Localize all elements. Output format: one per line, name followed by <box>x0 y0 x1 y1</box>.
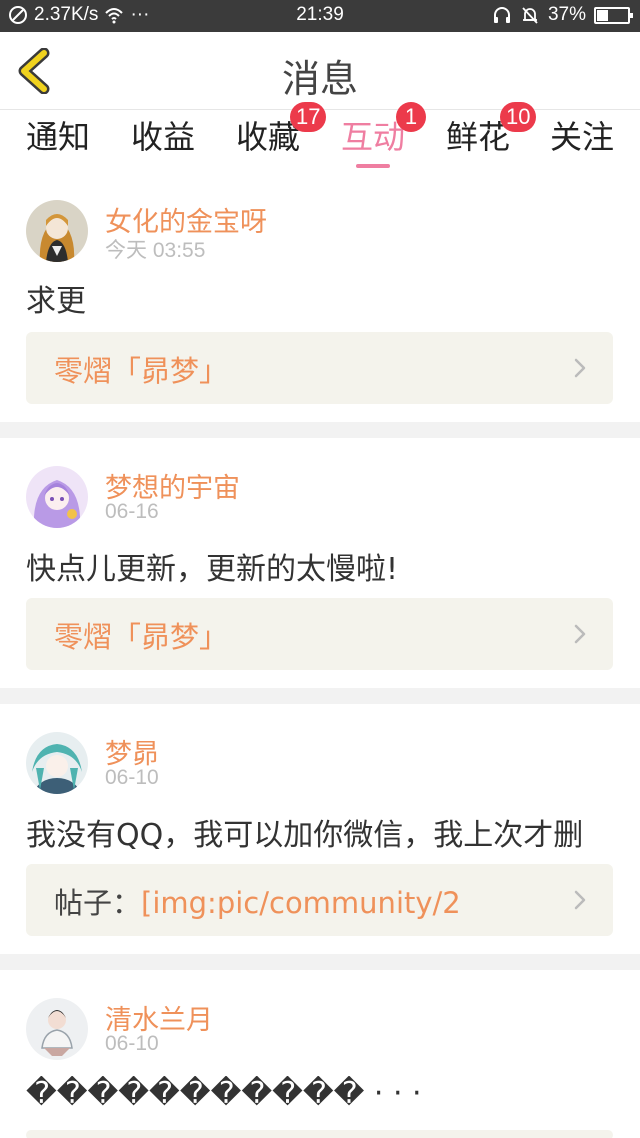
message-card: 梦想的宇宙 06-16 快点儿更新，更新的太慢啦! 零熠「昴梦」 <box>0 438 640 688</box>
mute-bell-icon <box>522 7 538 24</box>
message-card: 清水兰月 06-10 ����������� · · · <box>0 970 640 1138</box>
tab-earnings[interactable]: 收益 <box>113 114 213 170</box>
tab-label: 关注 <box>549 118 614 156</box>
message-card: 梦昴 06-10 我没有QQ，我可以加你微信，我上次才删 帖子：[img:pic… <box>0 704 640 954</box>
battery-percent: 37% <box>547 4 586 25</box>
header-bar: 消息 <box>0 32 640 110</box>
chevron-right-icon <box>574 358 586 378</box>
message-time: 06-16 <box>105 500 159 523</box>
message-text: 快点儿更新，更新的太慢啦! <box>26 552 399 587</box>
tab-notifications[interactable]: 通知 <box>8 114 108 170</box>
message-text: 我没有QQ，我可以加你微信，我上次才删 <box>26 818 584 853</box>
referenced-work-link[interactable] <box>26 1130 613 1138</box>
tab-label: 鲜花 <box>445 118 510 156</box>
referenced-work-text: 零熠「昴梦」 <box>54 614 228 656</box>
interactions-count-badge: 1 <box>396 102 426 132</box>
user-avatar-icon[interactable] <box>26 998 88 1060</box>
tab-following[interactable]: 关注 <box>532 114 632 170</box>
battery-fill <box>597 9 608 21</box>
message-time: 今天 03:55 <box>105 239 206 262</box>
message-text: 求更 <box>26 284 86 319</box>
referenced-post-text: 帖子：[img:pic/community/2 <box>54 880 461 922</box>
tab-label: 互动 <box>340 118 405 156</box>
tab-interactions[interactable]: 互动 1 <box>323 102 426 170</box>
referenced-work-link[interactable]: 零熠「昴梦」 <box>26 598 613 670</box>
message-time: 06-10 <box>105 766 159 789</box>
chevron-right-icon <box>574 890 586 910</box>
tab-flowers[interactable]: 鲜花 10 <box>428 102 537 170</box>
active-tab-indicator <box>356 164 390 168</box>
page-title: 消息 <box>281 57 358 101</box>
referenced-post-link[interactable]: 帖子：[img:pic/community/2 <box>26 864 613 936</box>
battery-icon <box>594 6 633 24</box>
headphones-icon <box>493 7 510 23</box>
user-avatar-icon[interactable] <box>26 732 88 794</box>
ref-title: 零熠「昴梦」 <box>54 354 229 388</box>
tab-label: 收益 <box>130 118 195 156</box>
ref-title: 零熠「昴梦」 <box>54 620 229 654</box>
message-time: 06-10 <box>105 1032 159 1055</box>
favorites-count-badge: 17 <box>290 102 327 132</box>
user-avatar-icon[interactable] <box>26 466 88 528</box>
tab-bar: 通知 收益 收藏 17 互动 1 鲜花 10 关注 <box>0 102 640 172</box>
status-right: 37% <box>492 4 633 26</box>
chevron-right-icon <box>574 624 586 644</box>
status-bar: 2.37K/s ··· 21:39 37% <box>0 0 640 32</box>
tab-favorites[interactable]: 收藏 17 <box>218 102 327 170</box>
message-card: 女化的金宝呀 今天 03:55 求更 零熠「昴梦」 <box>0 172 640 422</box>
ref-title: [img:pic/community/2 <box>141 886 461 920</box>
user-avatar-icon[interactable] <box>26 200 88 262</box>
message-text: ����������� · · · <box>26 1076 422 1111</box>
referenced-work-link[interactable]: 零熠「昴梦」 <box>26 332 613 404</box>
flowers-count-badge: 10 <box>500 102 537 132</box>
referenced-work-text: 零熠「昴梦」 <box>54 348 228 390</box>
tab-label: 收藏 <box>235 118 300 156</box>
tab-label: 通知 <box>25 118 90 156</box>
ref-prefix: 帖子： <box>54 886 142 920</box>
